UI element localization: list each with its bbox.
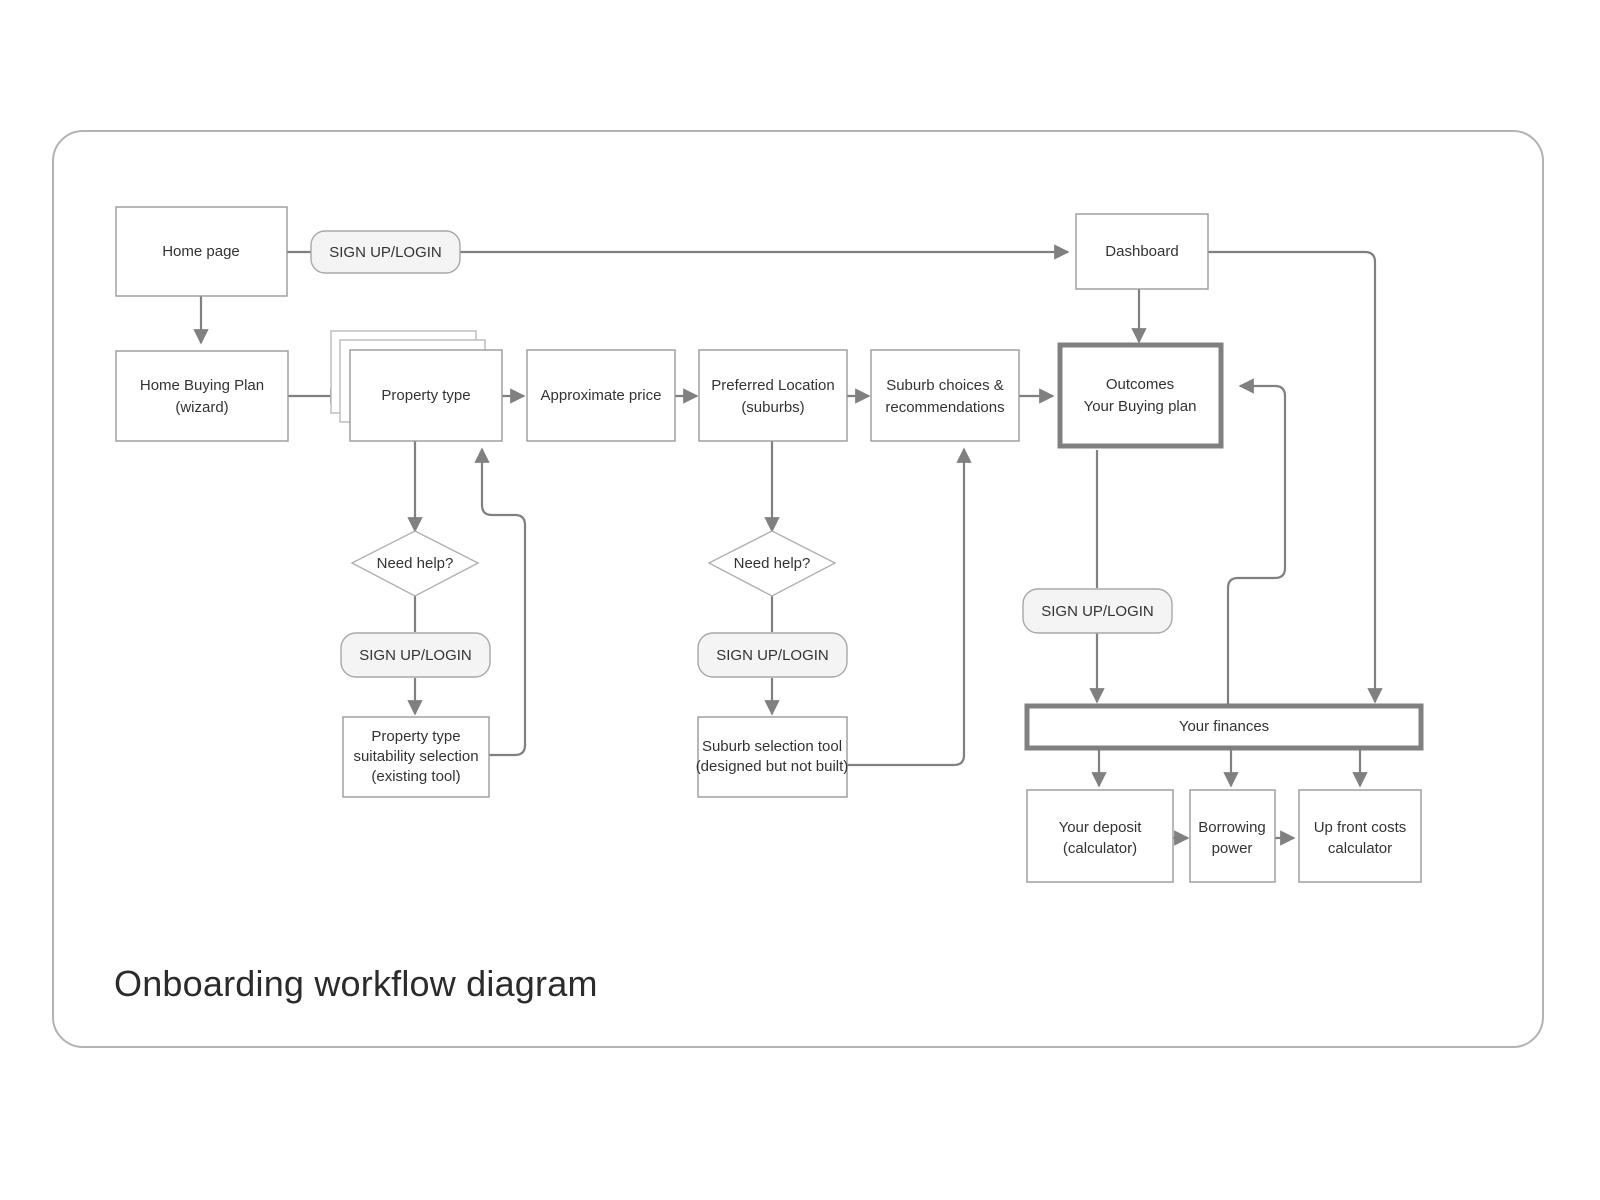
node-signup-login-top-label: SIGN UP/LOGIN (329, 244, 442, 261)
node-home-buying-plan-line1: Home Buying Plan (140, 377, 264, 394)
node-signup-login-property[interactable]: SIGN UP/LOGIN (340, 632, 491, 678)
node-up-front-costs[interactable]: Up front costs calculator (1298, 789, 1422, 883)
node-borrowing-power-line2: power (1212, 840, 1253, 857)
node-signup-login-finances-label: SIGN UP/LOGIN (1041, 603, 1154, 620)
node-preferred-location-line1: Preferred Location (711, 377, 834, 394)
node-outcomes-line1: Outcomes (1106, 376, 1174, 393)
node-signup-login-top[interactable]: SIGN UP/LOGIN (310, 230, 461, 274)
node-suburb-selection-tool[interactable]: Suburb selection tool (designed but not … (696, 716, 849, 798)
node-signup-login-suburb[interactable]: SIGN UP/LOGIN (697, 632, 848, 678)
node-dashboard-label: Dashboard (1105, 243, 1178, 260)
node-property-type-label: Property type (381, 387, 470, 404)
node-approximate-price-label: Approximate price (541, 387, 662, 404)
node-outcomes-line2: Your Buying plan (1084, 398, 1197, 415)
node-suburb-selection-tool-line2: (designed but not built) (696, 758, 849, 775)
node-your-deposit-line1: Your deposit (1059, 819, 1143, 836)
node-approximate-price[interactable]: Approximate price (526, 349, 676, 442)
node-outcomes-buying-plan[interactable]: Outcomes Your Buying plan (1057, 342, 1224, 449)
node-your-finances-label: Your finances (1179, 718, 1269, 735)
node-signup-login-finances[interactable]: SIGN UP/LOGIN (1022, 588, 1173, 634)
node-home-page[interactable]: Home page (115, 206, 288, 297)
node-borrowing-power-line1: Borrowing (1198, 819, 1266, 836)
diagram-title: Onboarding workflow diagram (114, 963, 598, 1004)
node-preferred-location[interactable]: Preferred Location (suburbs) (698, 349, 848, 442)
node-preferred-location-line2: (suburbs) (741, 399, 804, 416)
onboarding-workflow-diagram: Home page SIGN UP/LOGIN Dashboard Home B… (52, 130, 1544, 1048)
node-property-suitability-line1: Property type (371, 728, 460, 745)
node-property-type[interactable]: Property type (330, 330, 503, 442)
node-need-help-location-label: Need help? (734, 555, 811, 572)
node-suburb-choices[interactable]: Suburb choices & recommendations (870, 349, 1020, 442)
node-up-front-costs-line1: Up front costs (1314, 819, 1407, 836)
node-property-suitability[interactable]: Property type suitability selection (exi… (342, 716, 490, 798)
node-your-finances[interactable]: Your finances (1024, 703, 1424, 751)
node-signup-login-suburb-label: SIGN UP/LOGIN (716, 647, 829, 664)
node-suburb-selection-tool-line1: Suburb selection tool (702, 738, 842, 755)
node-need-help-property-label: Need help? (377, 555, 454, 572)
node-property-suitability-line3: (existing tool) (371, 768, 460, 785)
node-home-page-label: Home page (162, 243, 240, 260)
node-home-buying-plan[interactable]: Home Buying Plan (wizard) (115, 350, 289, 442)
node-your-deposit-line2: (calculator) (1063, 840, 1137, 857)
node-up-front-costs-line2: calculator (1328, 840, 1392, 857)
node-signup-login-property-label: SIGN UP/LOGIN (359, 647, 472, 664)
node-suburb-choices-line1: Suburb choices & (886, 377, 1004, 394)
node-dashboard[interactable]: Dashboard (1075, 213, 1209, 290)
node-suburb-choices-line2: recommendations (885, 399, 1004, 416)
node-borrowing-power[interactable]: Borrowing power (1189, 789, 1276, 883)
node-property-suitability-line2: suitability selection (353, 748, 478, 765)
node-your-deposit[interactable]: Your deposit (calculator) (1026, 789, 1174, 883)
node-home-buying-plan-line2: (wizard) (175, 399, 228, 416)
